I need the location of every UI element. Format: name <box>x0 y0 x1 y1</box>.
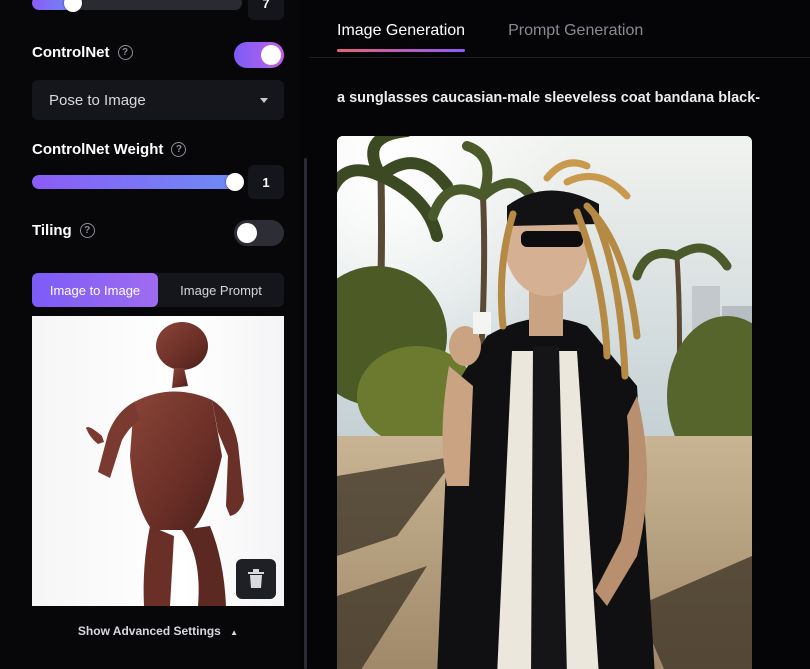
tiling-label-row: Tiling ? <box>32 222 95 239</box>
tab-image-to-image[interactable]: Image to Image <box>32 273 158 307</box>
help-circle-icon[interactable]: ? <box>117 45 133 60</box>
tab-prompt-generation[interactable]: Prompt Generation <box>508 22 643 52</box>
chevron-down-icon <box>260 97 268 103</box>
settings-panel: 7 ControlNet ? Pose to Image ControlNet … <box>0 0 300 669</box>
controlnet-toggle[interactable] <box>234 42 284 68</box>
weight-slider-track[interactable] <box>32 175 242 189</box>
prompt-text: a sunglasses caucasian-male sleeveless c… <box>337 90 761 106</box>
panel-scrollbar[interactable] <box>304 158 307 669</box>
show-advanced-settings-button[interactable]: Show Advanced Settings ▲ <box>32 624 284 638</box>
toggle-knob <box>261 45 281 65</box>
trash-icon <box>248 569 264 588</box>
controlnet-label: ControlNet <box>32 44 110 61</box>
tab-image-prompt[interactable]: Image Prompt <box>158 273 284 307</box>
controlnet-weight-label: ControlNet Weight <box>32 141 164 158</box>
help-circle-icon[interactable]: ? <box>171 142 187 157</box>
controlnet-weight-label-row: ControlNet Weight ? <box>32 141 187 158</box>
tabs-divider <box>309 57 810 58</box>
weight-slider-fill <box>32 175 238 189</box>
tiling-label: Tiling <box>32 222 72 239</box>
top-slider-value[interactable]: 7 <box>248 0 284 20</box>
generation-tabs: Image Generation Prompt Generation <box>337 22 643 52</box>
chevron-up-icon: ▲ <box>230 628 239 637</box>
help-circle-icon[interactable]: ? <box>79 223 95 238</box>
tab-image-generation[interactable]: Image Generation <box>337 22 466 52</box>
show-advanced-settings-label: Show Advanced Settings <box>77 624 221 638</box>
source-image-tabs: Image to Image Image Prompt <box>32 273 284 307</box>
top-slider-thumb[interactable] <box>64 0 82 12</box>
tiling-toggle[interactable] <box>234 220 284 246</box>
weight-slider-thumb[interactable] <box>226 173 244 191</box>
toggle-knob <box>237 223 257 243</box>
generated-image[interactable] <box>337 136 752 669</box>
delete-image-button[interactable] <box>236 559 276 599</box>
controlnet-mode-select[interactable]: Pose to Image <box>32 80 284 120</box>
generated-image-illustration <box>337 136 752 669</box>
top-slider[interactable] <box>32 0 242 14</box>
controlnet-weight-slider[interactable] <box>32 169 244 193</box>
controlnet-mode-value: Pose to Image <box>49 91 146 109</box>
controlnet-weight-value[interactable]: 1 <box>248 165 284 199</box>
controlnet-label-row: ControlNet ? <box>32 44 133 61</box>
